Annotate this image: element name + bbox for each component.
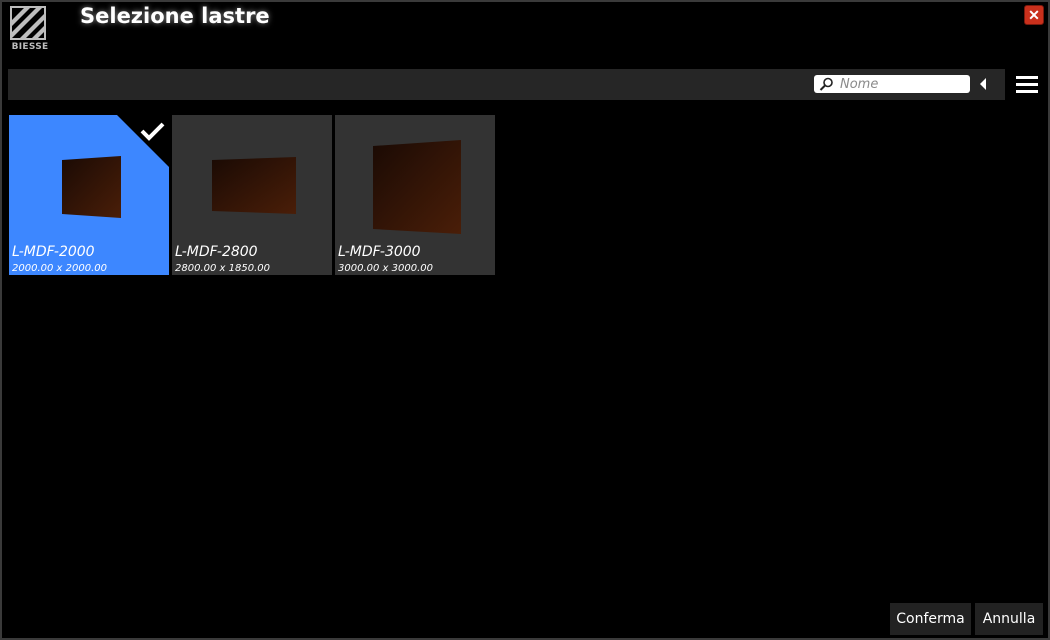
slab-tile[interactable]: L-MDF-2000 2000.00 x 2000.00	[9, 115, 169, 275]
slab-tile[interactable]: L-MDF-3000 3000.00 x 3000.00	[335, 115, 495, 275]
toolbar	[8, 69, 1005, 100]
search-icon	[819, 77, 833, 91]
slab-dimensions: 2000.00 x 2000.00	[12, 263, 107, 274]
search-input[interactable]	[840, 75, 966, 93]
slab-dimensions: 2800.00 x 1850.00	[175, 263, 270, 274]
close-button[interactable]: ✕	[1024, 5, 1044, 25]
biesse-logo: BIESSE	[10, 6, 50, 54]
search-box[interactable]	[814, 75, 970, 93]
slab-dimensions: 3000.00 x 3000.00	[338, 263, 433, 274]
window-title: Selezione lastre	[80, 4, 270, 28]
close-icon: ✕	[1028, 7, 1040, 23]
selected-corner	[117, 115, 169, 167]
slab-tile[interactable]: L-MDF-2800 2800.00 x 1850.00	[172, 115, 332, 275]
collapse-arrow-icon[interactable]	[980, 78, 986, 90]
logo-text: BIESSE	[11, 42, 49, 52]
cancel-button[interactable]: Annulla	[975, 603, 1043, 635]
slab-name: L-MDF-3000	[338, 244, 421, 260]
slab-name: L-MDF-2000	[12, 244, 95, 260]
hamburger-menu-icon[interactable]	[1016, 75, 1038, 95]
slab-selection-window: BIESSE Selezione lastre ✕ Nome L-MDF-200…	[0, 0, 1050, 640]
slab-name: L-MDF-2800	[175, 244, 258, 260]
confirm-button[interactable]: Conferma	[890, 603, 971, 635]
biesse-logo-icon	[10, 6, 46, 40]
